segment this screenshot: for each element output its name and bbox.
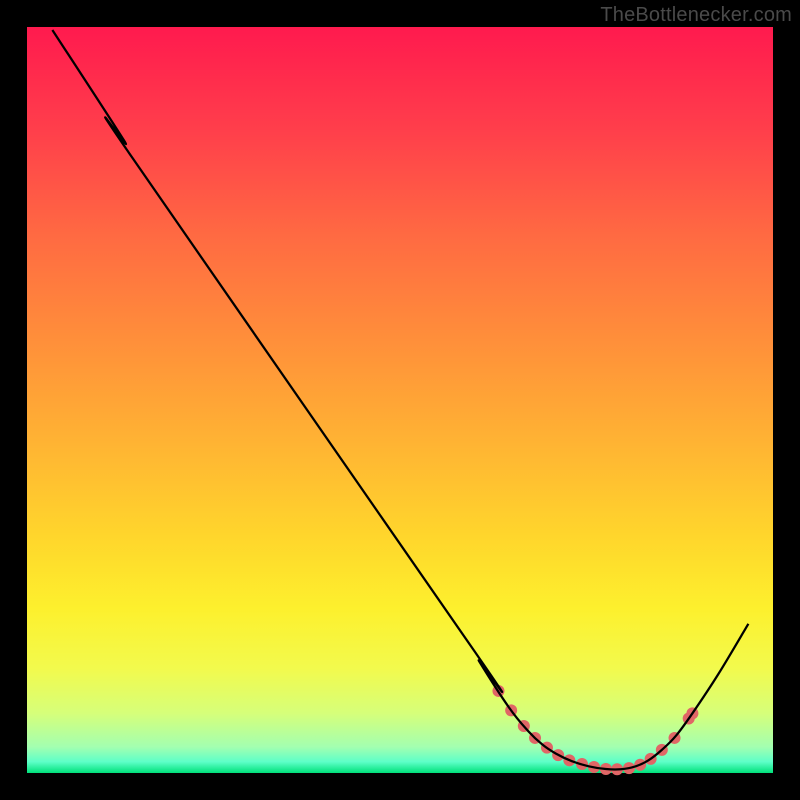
chart-container: TheBottlenecker.com	[0, 0, 800, 800]
bottleneck-chart	[0, 0, 800, 800]
watermark-text: TheBottlenecker.com	[600, 4, 792, 27]
gradient-background	[27, 27, 773, 773]
